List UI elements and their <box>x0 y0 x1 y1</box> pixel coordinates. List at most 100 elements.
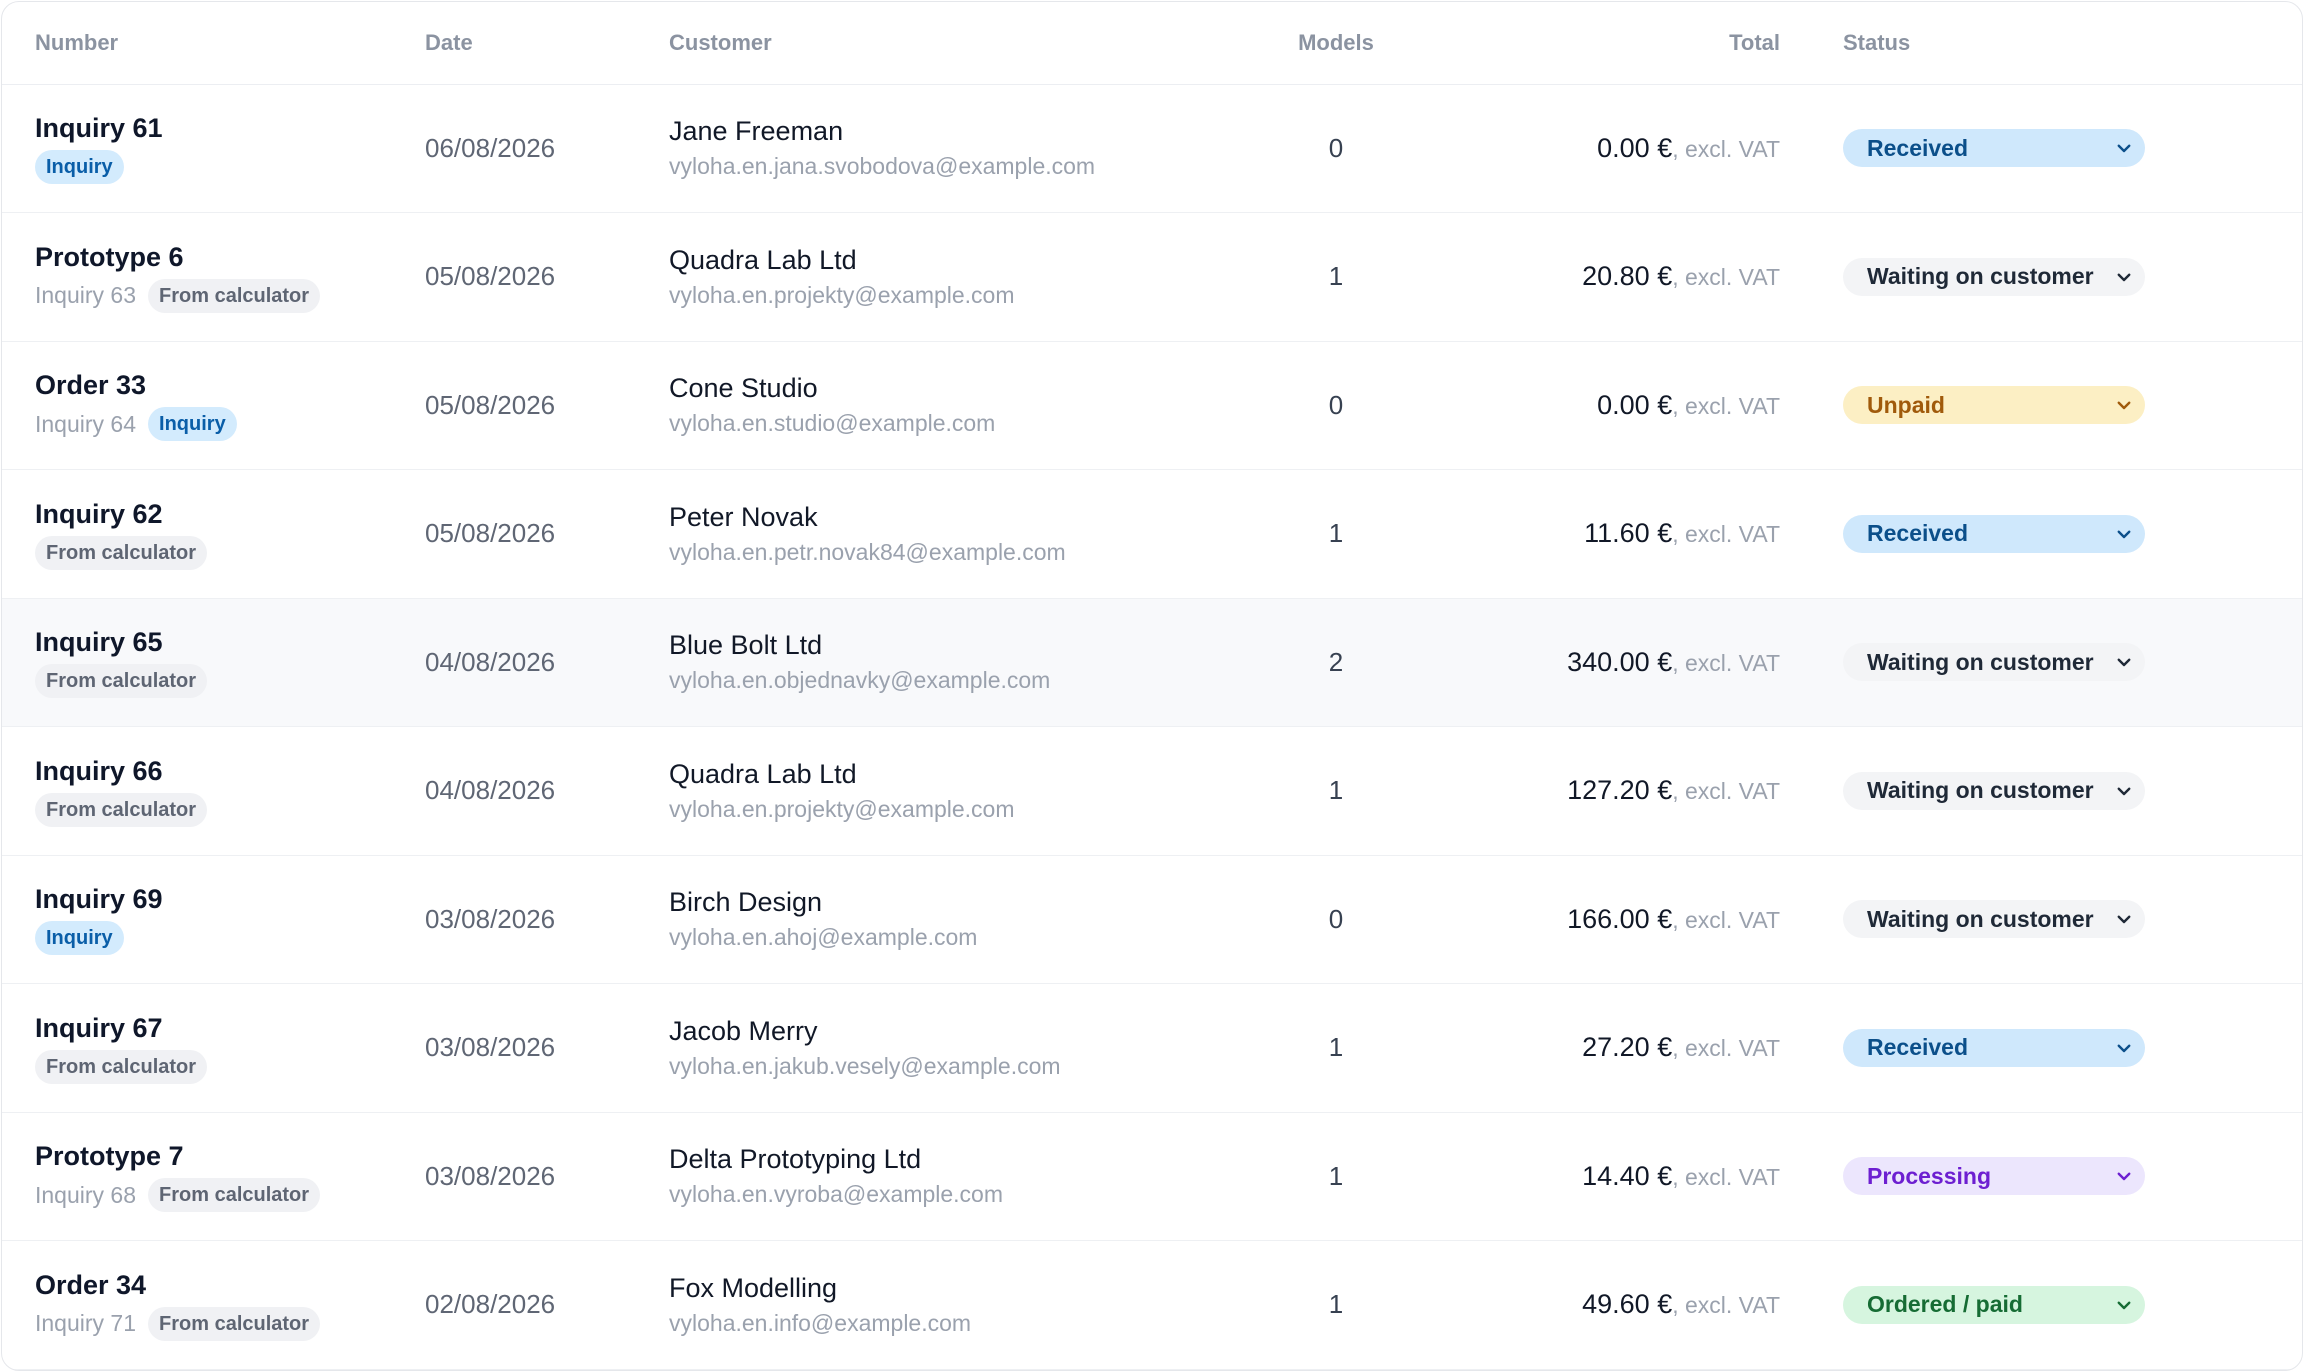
customer-name: Jane Freeman <box>669 116 844 147</box>
record-meta: Inquiry 68 From calculator <box>35 1178 425 1213</box>
customer-email: vyloha.en.studio@example.com <box>669 410 996 437</box>
record-meta: Inquiry 63 From calculator <box>35 278 425 313</box>
record-meta: Inquiry 71 From calculator <box>35 1306 425 1341</box>
table-row[interactable]: Inquiry 62 From calculator 05/08/2026 Pe… <box>2 469 2302 599</box>
status-cell: Received <box>1780 983 2302 1113</box>
related-inquiry[interactable]: Inquiry 71 <box>35 1310 136 1337</box>
customer-cell: Birch Design vyloha.en.ahoj@example.com <box>669 855 1201 984</box>
table-row[interactable]: Inquiry 66 From calculator 04/08/2026 Qu… <box>2 726 2302 856</box>
table-row[interactable]: Inquiry 67 From calculator 03/08/2026 Ja… <box>2 983 2302 1113</box>
record-meta: Inquiry <box>35 150 425 185</box>
source-badge: From calculator <box>148 278 321 313</box>
chevron-down-icon <box>2117 1301 2131 1309</box>
chevron-down-icon <box>2117 530 2131 538</box>
customer-name: Blue Bolt Ltd <box>669 630 823 661</box>
number-cell: Order 34 Inquiry 71 From calculator <box>2 1240 425 1370</box>
total-amount: 11.60 € <box>1584 518 1673 549</box>
record-number[interactable]: Order 34 <box>35 1269 425 1301</box>
number-cell: Inquiry 62 From calculator <box>2 469 425 599</box>
status-dropdown[interactable]: Waiting on customer <box>1843 643 2145 682</box>
customer-email: vyloha.en.ahoj@example.com <box>669 924 978 951</box>
column-header-number[interactable]: Number <box>2 2 425 85</box>
source-badge: Inquiry <box>148 407 237 442</box>
number-cell: Prototype 6 Inquiry 63 From calculator <box>2 212 425 342</box>
total-cell: 0.00 €, excl. VAT <box>1471 84 1780 213</box>
related-inquiry[interactable]: Inquiry 63 <box>35 282 136 309</box>
table-row[interactable]: Inquiry 65 From calculator 04/08/2026 Bl… <box>2 598 2302 727</box>
record-meta: From calculator <box>35 1049 425 1084</box>
number-cell: Inquiry 65 From calculator <box>2 598 425 727</box>
chevron-down-icon <box>2117 915 2131 924</box>
chevron-down-icon <box>2117 787 2131 795</box>
customer-name: Fox Modelling <box>669 1272 838 1303</box>
status-dropdown[interactable]: Received <box>1843 514 2145 553</box>
table-row[interactable]: Inquiry 61 Inquiry 06/08/2026 Jane Freem… <box>2 84 2302 213</box>
status-dropdown[interactable]: Received <box>1843 129 2145 168</box>
vat-note: , excl. VAT <box>1672 1035 1780 1062</box>
models-count: 0 <box>1201 84 1471 213</box>
record-number[interactable]: Prototype 7 <box>35 1140 425 1172</box>
table-row[interactable]: Prototype 6 Inquiry 63 From calculator 0… <box>2 212 2302 342</box>
record-meta: Inquiry <box>35 921 425 956</box>
record-number[interactable]: Inquiry 66 <box>35 755 425 787</box>
vat-note: , excl. VAT <box>1672 521 1780 548</box>
status-dropdown[interactable]: Waiting on customer <box>1843 900 2145 939</box>
customer-email: vyloha.en.objednavky@example.com <box>669 667 1051 694</box>
status-label: Processing <box>1867 1162 1991 1189</box>
status-dropdown[interactable]: Waiting on customer <box>1843 257 2145 296</box>
record-number[interactable]: Inquiry 62 <box>35 498 425 530</box>
record-meta: Inquiry 64 Inquiry <box>35 407 425 442</box>
table-row[interactable]: Order 33 Inquiry 64 Inquiry 05/08/2026 C… <box>2 341 2302 470</box>
record-number[interactable]: Inquiry 65 <box>35 626 425 658</box>
status-dropdown[interactable]: Processing <box>1843 1157 2145 1196</box>
total-amount: 49.60 € <box>1582 1289 1673 1320</box>
table-row[interactable]: Inquiry 69 Inquiry 03/08/2026 Birch Desi… <box>2 855 2302 984</box>
record-number[interactable]: Inquiry 61 <box>35 112 425 144</box>
status-label: Waiting on customer <box>1867 777 2094 804</box>
vat-note: , excl. VAT <box>1672 1292 1780 1319</box>
total-cell: 166.00 €, excl. VAT <box>1471 855 1780 984</box>
column-header-customer[interactable]: Customer <box>669 2 1201 85</box>
column-header-models[interactable]: Models <box>1201 2 1471 85</box>
models-count: 1 <box>1201 983 1471 1113</box>
models-count: 1 <box>1201 212 1471 342</box>
column-header-status[interactable]: Status <box>1780 2 2302 85</box>
related-inquiry[interactable]: Inquiry 64 <box>35 411 136 438</box>
status-cell: Waiting on customer <box>1780 726 2302 856</box>
table-row[interactable]: Order 34 Inquiry 71 From calculator 02/0… <box>2 1240 2302 1370</box>
record-number[interactable]: Order 33 <box>35 369 425 401</box>
status-dropdown[interactable]: Unpaid <box>1843 386 2145 425</box>
record-meta: From calculator <box>35 664 425 699</box>
column-header-total[interactable]: Total <box>1471 2 1780 85</box>
status-dropdown[interactable]: Waiting on customer <box>1843 771 2145 810</box>
models-count: 0 <box>1201 855 1471 984</box>
status-dropdown[interactable]: Received <box>1843 1028 2145 1067</box>
status-label: Received <box>1867 520 1969 547</box>
record-meta: From calculator <box>35 535 425 570</box>
total-cell: 14.40 €, excl. VAT <box>1471 1112 1780 1241</box>
record-number[interactable]: Inquiry 69 <box>35 883 425 915</box>
date-cell: 04/08/2026 <box>425 598 669 727</box>
customer-name: Delta Prototyping Ltd <box>669 1144 922 1175</box>
date-cell: 02/08/2026 <box>425 1240 669 1370</box>
status-cell: Received <box>1780 469 2302 599</box>
vat-note: , excl. VAT <box>1672 392 1780 419</box>
date-cell: 03/08/2026 <box>425 1112 669 1241</box>
related-inquiry[interactable]: Inquiry 68 <box>35 1182 136 1209</box>
record-number[interactable]: Inquiry 67 <box>35 1012 425 1044</box>
number-cell: Inquiry 69 Inquiry <box>2 855 425 984</box>
column-header-date[interactable]: Date <box>425 2 669 85</box>
status-label: Ordered / paid <box>1867 1291 2023 1318</box>
status-cell: Processing <box>1780 1112 2302 1241</box>
models-count: 1 <box>1201 726 1471 856</box>
total-amount: 127.20 € <box>1567 775 1673 806</box>
orders-panel: Number Date Customer Models Total Status… <box>1 1 2303 1371</box>
total-amount: 14.40 € <box>1582 1160 1673 1191</box>
table-row[interactable]: Prototype 7 Inquiry 68 From calculator 0… <box>2 1112 2302 1241</box>
customer-name: Cone Studio <box>669 373 818 404</box>
status-dropdown[interactable]: Ordered / paid <box>1843 1285 2145 1324</box>
status-cell: Unpaid <box>1780 341 2302 470</box>
record-number[interactable]: Prototype 6 <box>35 241 425 273</box>
customer-email: vyloha.en.petr.novak84@example.com <box>669 538 1066 565</box>
source-badge: Inquiry <box>35 150 124 185</box>
